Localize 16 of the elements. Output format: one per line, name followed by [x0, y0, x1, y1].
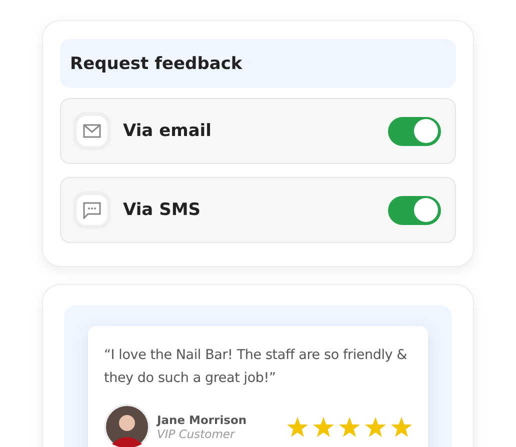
toggle-switch[interactable] — [388, 196, 441, 224]
envelope-icon — [83, 124, 101, 138]
star-icon — [391, 417, 412, 437]
chat-icon — [83, 202, 101, 218]
star-icon — [339, 417, 360, 437]
star-icon — [365, 417, 386, 437]
review-quote: “I love the Nail Bar! The staff are so friendly & they do such a great job!” — [104, 346, 408, 388]
reviewer-name: Jane Morrison — [157, 413, 248, 427]
toggle-switch[interactable] — [388, 116, 441, 146]
channel-label: Via email — [123, 121, 212, 141]
star-icon — [313, 417, 334, 437]
card-title: Request feedback — [60, 39, 456, 88]
channel-label: Via SMS — [123, 200, 202, 220]
star-icon — [287, 417, 308, 437]
reviewer-role: VIP Customer — [157, 427, 236, 441]
avatar-icon — [104, 404, 150, 447]
